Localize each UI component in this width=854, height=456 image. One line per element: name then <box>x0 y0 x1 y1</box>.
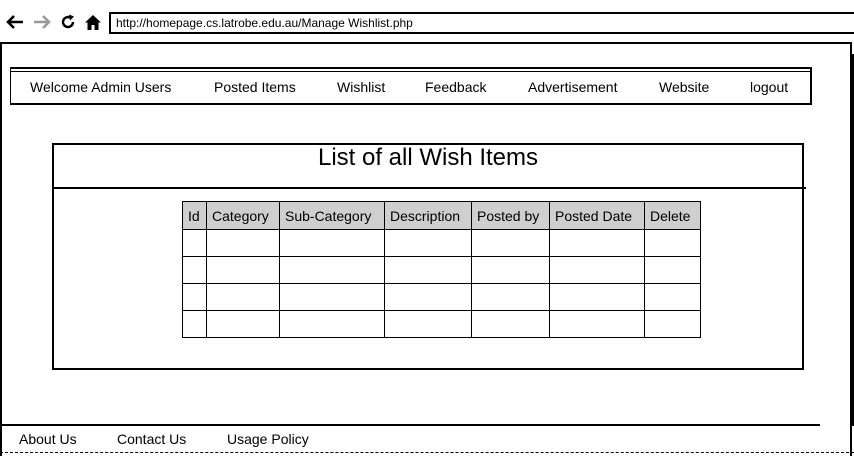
column-header-posted-by: Posted by <box>471 201 550 230</box>
table-cell <box>279 310 385 338</box>
page-title: List of all Wish Items <box>317 144 539 171</box>
table-cell-delete[interactable] <box>644 256 701 284</box>
table-cell <box>549 283 645 311</box>
table-cell <box>549 310 645 338</box>
menu-posted-items[interactable]: Posted Items <box>214 79 296 95</box>
table-cell <box>206 256 280 284</box>
column-header-category: Category <box>206 201 280 230</box>
menu-divider <box>10 71 812 72</box>
table-row <box>182 256 701 284</box>
column-header-id: Id <box>182 201 207 230</box>
column-header-delete: Delete <box>644 201 701 230</box>
table-cell <box>384 256 472 284</box>
table-cell <box>471 310 550 338</box>
table-cell <box>549 256 645 284</box>
table-row <box>182 310 701 338</box>
table-cell <box>206 310 280 338</box>
menu-feedback[interactable]: Feedback <box>425 79 486 95</box>
menu-advertisement[interactable]: Advertisement <box>528 79 617 95</box>
wish-items-table: Id Category Sub-Category Description Pos… <box>182 201 701 338</box>
table-cell <box>182 310 207 338</box>
table-cell <box>206 229 280 257</box>
table-cell <box>182 229 207 257</box>
column-header-posted-date: Posted Date <box>549 201 645 230</box>
home-icon[interactable] <box>83 12 103 32</box>
reload-icon[interactable] <box>58 12 78 32</box>
menu-welcome-admin-users[interactable]: Welcome Admin Users <box>30 79 171 95</box>
table-cell <box>279 283 385 311</box>
table-cell <box>384 229 472 257</box>
table-cell <box>384 310 472 338</box>
table-row <box>182 283 701 311</box>
table-cell <box>182 256 207 284</box>
table-cell-delete[interactable] <box>644 283 701 311</box>
footer-divider <box>0 424 820 426</box>
column-header-description: Description <box>384 201 472 230</box>
column-header-sub-category: Sub-Category <box>279 201 385 230</box>
footer-link-usage-policy[interactable]: Usage Policy <box>227 431 309 447</box>
table-cell <box>471 256 550 284</box>
table-cell <box>206 283 280 311</box>
footer-link-about-us[interactable]: About Us <box>19 431 77 447</box>
table-cell <box>182 283 207 311</box>
table-cell <box>279 229 385 257</box>
back-arrow-icon[interactable] <box>5 12 25 32</box>
menu-website[interactable]: Website <box>659 79 709 95</box>
table-cell <box>279 256 385 284</box>
forward-arrow-icon[interactable] <box>32 12 52 32</box>
footer-bottom-edge <box>0 452 854 454</box>
table-cell <box>549 229 645 257</box>
table-cell <box>471 229 550 257</box>
address-bar[interactable]: http://homepage.cs.latrobe.edu.au/Manage… <box>109 12 854 34</box>
browser-toolbar: http://homepage.cs.latrobe.edu.au/Manage… <box>0 0 854 42</box>
panel-header-divider <box>54 187 806 189</box>
menu-logout[interactable]: logout <box>750 79 788 95</box>
table-cell <box>384 283 472 311</box>
table-cell <box>471 283 550 311</box>
table-cell-delete[interactable] <box>644 310 701 338</box>
footer-link-contact-us[interactable]: Contact Us <box>117 431 186 447</box>
page-frame-edge <box>820 54 854 426</box>
table-cell-delete[interactable] <box>644 229 701 257</box>
menu-wishlist[interactable]: Wishlist <box>337 79 385 95</box>
table-row <box>182 229 701 257</box>
table-header-row: Id Category Sub-Category Description Pos… <box>182 201 701 230</box>
